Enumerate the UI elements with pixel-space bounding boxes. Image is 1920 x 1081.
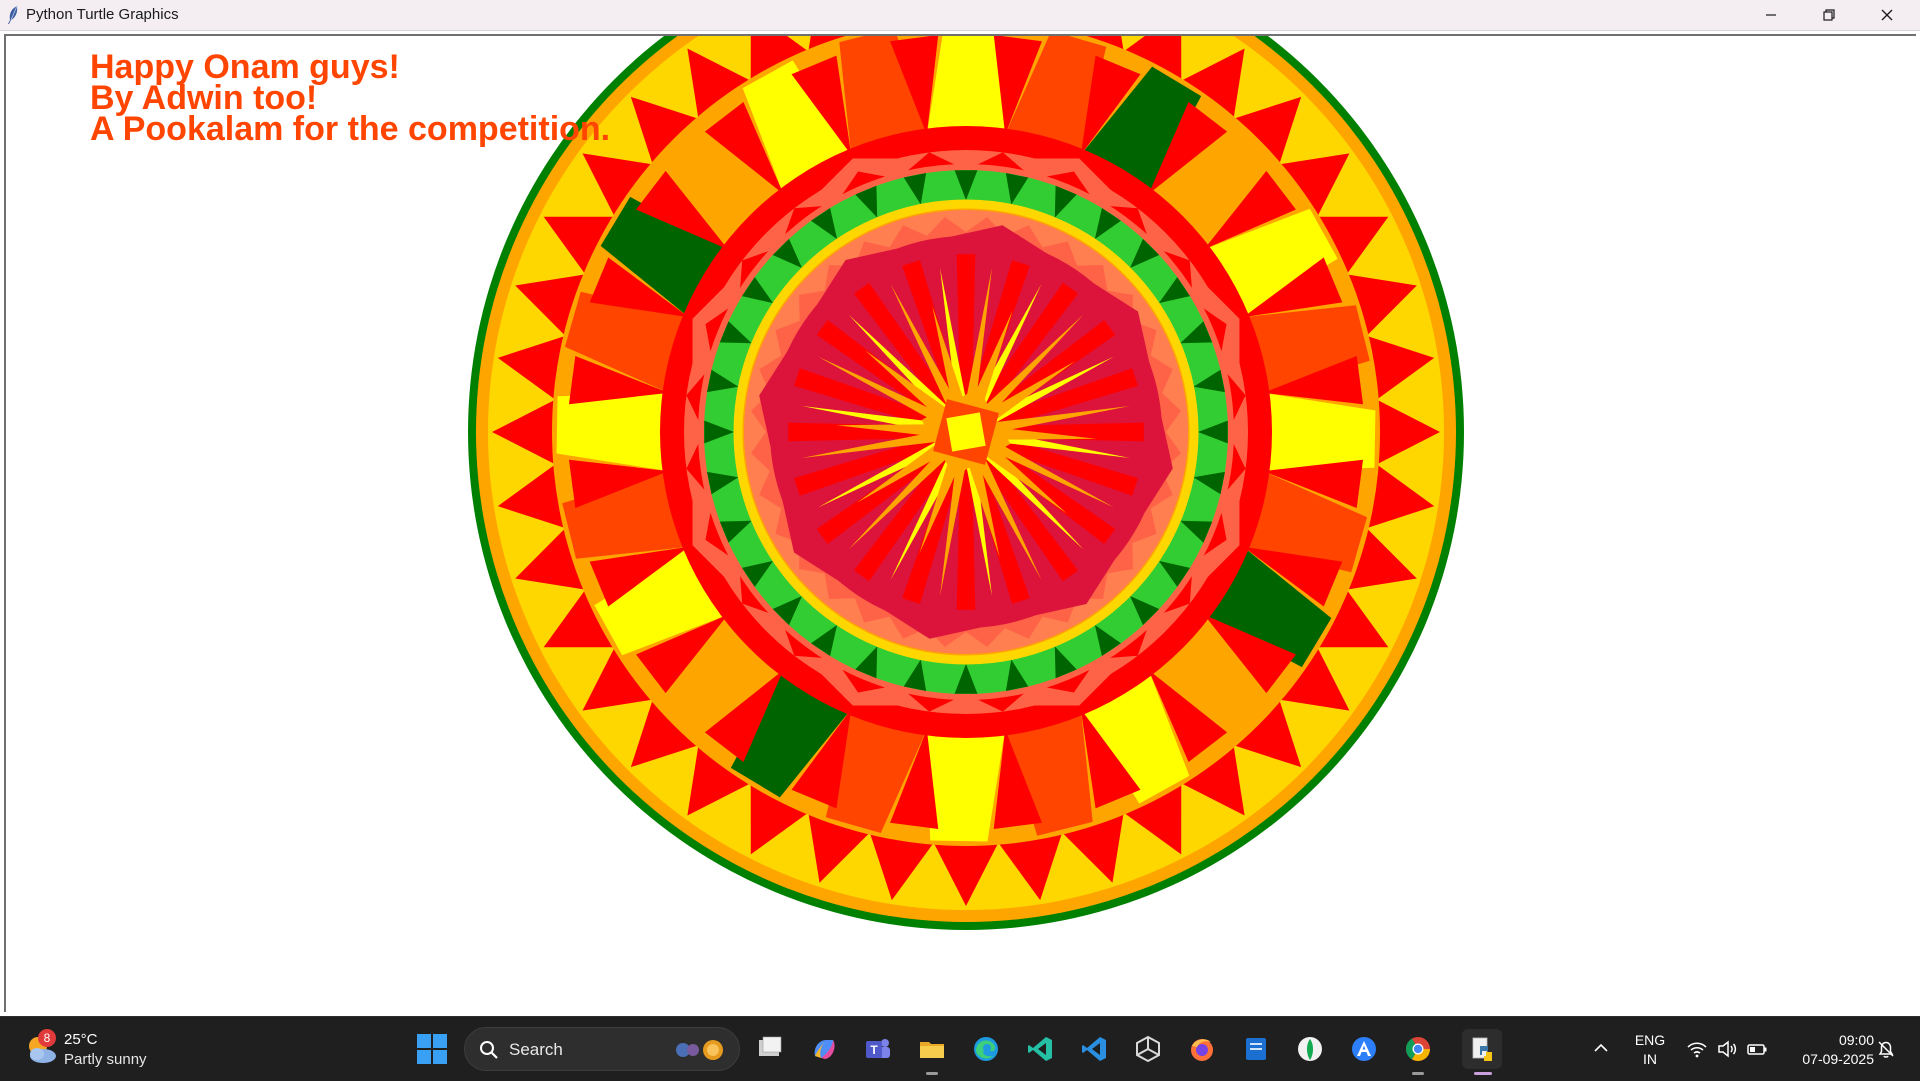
restore-button[interactable] — [1800, 0, 1858, 30]
vs-code-insiders-icon — [1028, 1037, 1052, 1061]
battery-icon[interactable] — [1746, 1039, 1768, 1059]
notification-bell-icon[interactable] — [1876, 1039, 1896, 1059]
weather-widget[interactable]: 8 25°C Partly sunny — [20, 1027, 160, 1071]
chrome-running-indicator — [1412, 1072, 1424, 1075]
weather-description: Partly sunny — [64, 1051, 147, 1068]
greeting-line-3: A Pookalam for the competition. — [90, 110, 611, 148]
window-title-bar[interactable]: Python Turtle Graphics — [0, 0, 1920, 31]
unity-icon — [1136, 1035, 1160, 1063]
teams-button[interactable]: T — [858, 1029, 898, 1069]
clock-date: 07-09-2025 — [1802, 1051, 1874, 1067]
file-explorer-running-indicator — [926, 1072, 938, 1075]
chevron-up-icon[interactable] — [1592, 1039, 1610, 1057]
vs-code-button[interactable] — [1074, 1029, 1114, 1069]
search-highlight-icon — [676, 1040, 723, 1060]
language-line-2: IN — [1643, 1051, 1657, 1067]
file-explorer-icon — [920, 1042, 944, 1058]
greeting-text: Happy Onam guys! By Adwin too! A Pookala… — [90, 50, 611, 148]
notes-button[interactable] — [1236, 1029, 1276, 1069]
chrome-icon — [1406, 1037, 1430, 1062]
close-icon — [1881, 9, 1893, 21]
copilot-button[interactable] — [804, 1029, 844, 1069]
language-line-1: ENG — [1634, 1032, 1666, 1048]
mongodb-compass-icon — [1298, 1037, 1322, 1061]
python-active-indicator — [1474, 1072, 1492, 1075]
turtle-canvas[interactable]: Happy Onam guys! By Adwin too! A Pookala… — [4, 34, 1916, 1012]
task-view-button[interactable] — [750, 1029, 790, 1069]
language-indicator[interactable]: ENG IN — [1628, 1031, 1672, 1069]
search-label: Search — [509, 1040, 563, 1059]
search-input[interactable]: Search — [464, 1027, 740, 1071]
firefox-icon — [1191, 1039, 1213, 1061]
unity-button[interactable] — [1128, 1029, 1168, 1069]
close-button[interactable] — [1858, 0, 1916, 30]
app-a-button[interactable] — [1344, 1029, 1384, 1069]
vs-code-insiders-button[interactable] — [1020, 1029, 1060, 1069]
python-button[interactable] — [1462, 1029, 1502, 1069]
teams-icon: T — [866, 1039, 890, 1058]
task-view-icon — [759, 1036, 782, 1056]
feather-icon — [8, 5, 18, 24]
minimize-icon — [1766, 14, 1776, 16]
restore-icon — [1823, 9, 1835, 21]
chrome-button[interactable] — [1398, 1029, 1438, 1069]
weather-temperature: 25°C — [64, 1031, 98, 1048]
wifi-icon[interactable] — [1686, 1039, 1708, 1059]
firefox-button[interactable] — [1182, 1029, 1222, 1069]
minimize-button[interactable] — [1742, 0, 1800, 30]
windows-start-icon[interactable] — [416, 1033, 448, 1065]
pookalam-center-core — [946, 412, 986, 452]
mongodb-compass-button[interactable] — [1290, 1029, 1330, 1069]
clock-time: 09:00 — [1838, 1032, 1874, 1048]
edge-button[interactable] — [966, 1029, 1006, 1069]
app-icon-a — [1352, 1037, 1376, 1061]
weather-badge: 8 — [38, 1029, 56, 1047]
taskbar: 8 25°C Partly sunny Search T ENG IN 09:0… — [0, 1016, 1920, 1081]
volume-icon[interactable] — [1716, 1039, 1738, 1059]
file-explorer-button[interactable] — [912, 1029, 952, 1069]
vs-code-icon — [1082, 1037, 1106, 1061]
python-icon — [1472, 1037, 1492, 1061]
notes-icon — [1246, 1038, 1266, 1060]
search-icon — [480, 1041, 498, 1059]
pookalam-drawing — [468, 36, 1464, 930]
copilot-icon — [814, 1040, 835, 1059]
edge-icon — [974, 1037, 998, 1061]
svg-text:T: T — [870, 1043, 878, 1057]
system-clock[interactable]: 09:00 07-09-2025 — [1780, 1031, 1874, 1069]
window-title: Python Turtle Graphics — [26, 6, 179, 23]
